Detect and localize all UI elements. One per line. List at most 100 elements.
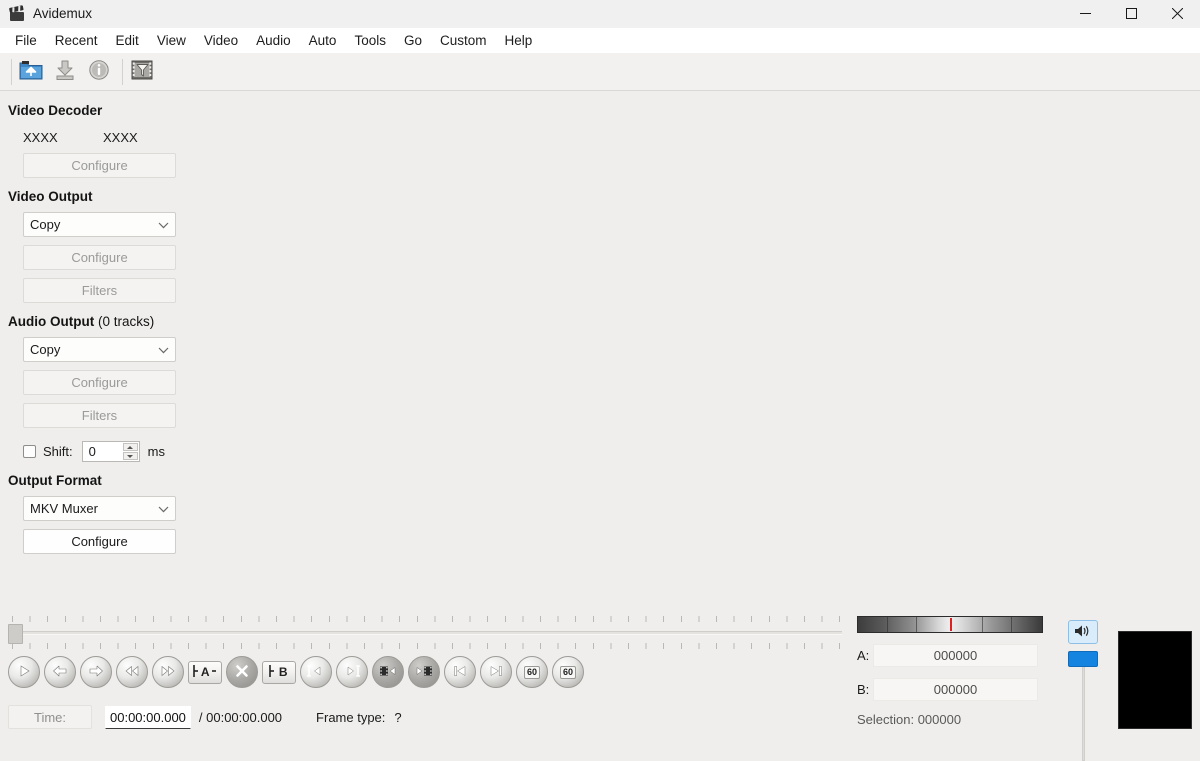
output-format-muxer-select[interactable]: MKV Muxer (23, 496, 176, 521)
step-backward-button[interactable] (44, 656, 76, 688)
menu-video[interactable]: Video (195, 30, 247, 51)
current-time-input[interactable]: 00:00:00.000 (105, 705, 191, 729)
audio-shift-checkbox[interactable] (23, 445, 36, 458)
output-format-muxer-value: MKV Muxer (30, 501, 98, 516)
menu-help[interactable]: Help (496, 30, 542, 51)
time-button[interactable]: Time: (8, 705, 92, 729)
marker-b-field[interactable]: 000000 (873, 678, 1038, 701)
chevron-down-icon (158, 342, 169, 357)
open-file-icon (19, 59, 43, 84)
window-controls (1062, 0, 1200, 28)
menu-tools[interactable]: Tools (345, 30, 395, 51)
marker-b-label: B: (857, 682, 870, 697)
black-left-icon (378, 664, 398, 681)
go-to-end-button[interactable] (480, 656, 512, 688)
video-output-configure-button[interactable]: Configure (23, 245, 176, 270)
key-right-icon (342, 664, 362, 681)
audio-shift-stepper[interactable]: 0 (81, 441, 140, 462)
marker-a-icon: A (191, 663, 219, 682)
video-decoder-value-left: XXXX (23, 130, 58, 145)
chevron-down-icon (158, 217, 169, 232)
audio-output-configure-button[interactable]: Configure (23, 370, 176, 395)
back-60-label: 60 (523, 665, 540, 679)
play-button[interactable] (8, 656, 40, 688)
black-right-icon (414, 664, 434, 681)
mute-toggle-button[interactable] (1068, 620, 1098, 644)
video-preview (1118, 631, 1192, 729)
marker-b-icon: B (265, 663, 293, 682)
audio-output-filters-button[interactable]: Filters (23, 403, 176, 428)
video-output-filters-button[interactable]: Filters (23, 278, 176, 303)
info-icon (88, 59, 110, 84)
go-to-start-button[interactable] (444, 656, 476, 688)
audio-output-title-text: Audio Output (8, 314, 95, 329)
transport-controls: A B 60 60 (8, 656, 588, 688)
double-left-icon (123, 664, 141, 681)
toolbar-handle (11, 58, 12, 85)
volume-slider-track[interactable] (1082, 652, 1085, 761)
menu-file[interactable]: File (6, 30, 46, 51)
previous-blackframe-button[interactable] (372, 656, 404, 688)
menu-auto[interactable]: Auto (300, 30, 346, 51)
speaker-icon (1073, 623, 1093, 642)
menu-custom[interactable]: Custom (431, 30, 496, 51)
menu-audio[interactable]: Audio (247, 30, 300, 51)
previous-keyframe-button[interactable] (300, 656, 332, 688)
menu-recent[interactable]: Recent (46, 30, 107, 51)
video-decoder-configure-button[interactable]: Configure (23, 153, 176, 178)
forward-60-label: 60 (559, 665, 576, 679)
menu-edit[interactable]: Edit (107, 30, 148, 51)
video-output-codec-select[interactable]: Copy (23, 212, 176, 237)
mark-a-button[interactable]: A (188, 660, 222, 684)
save-button[interactable] (50, 57, 80, 87)
toolbar-separator (122, 58, 123, 85)
rewind-button[interactable] (116, 656, 148, 688)
fast-forward-button[interactable] (152, 656, 184, 688)
back-60-button[interactable]: 60 (516, 656, 548, 688)
audio-shift-decrement-button[interactable] (122, 452, 138, 460)
forward-60-button[interactable]: 60 (552, 656, 584, 688)
video-decoder-title: Video Decoder (8, 103, 103, 118)
audio-shift-increment-button[interactable] (122, 443, 138, 451)
mark-b-button[interactable]: B (262, 660, 296, 684)
filters-button[interactable] (127, 57, 157, 87)
video-output-title: Video Output (8, 189, 93, 204)
cross-icon (234, 663, 250, 682)
step-forward-button[interactable] (80, 656, 112, 688)
volume-slider-handle[interactable] (1068, 651, 1098, 667)
maximize-button[interactable] (1108, 0, 1154, 28)
audio-shift-value: 0 (88, 444, 96, 459)
audio-output-track-count: (0 tracks) (98, 314, 155, 329)
volume-meter (857, 616, 1043, 633)
title-bar: Avidemux (0, 0, 1200, 28)
output-format-title: Output Format (8, 473, 102, 488)
audio-output-codec-select[interactable]: Copy (23, 337, 176, 362)
timeline-slider[interactable] (0, 616, 848, 650)
audio-shift-unit: ms (147, 444, 165, 459)
minimize-button[interactable] (1062, 0, 1108, 28)
open-file-button[interactable] (16, 57, 46, 87)
menu-view[interactable]: View (148, 30, 195, 51)
close-button[interactable] (1154, 0, 1200, 28)
video-decoder-values: XXXX XXXX (23, 130, 200, 145)
total-time-label: / 00:00:00.000 (198, 709, 283, 725)
video-decoder-value-right: XXXX (103, 130, 138, 145)
timeline-groove[interactable] (12, 631, 842, 635)
play-icon (17, 664, 31, 681)
audio-shift-row: Shift: 0 ms (23, 441, 200, 462)
timeline-handle[interactable] (8, 624, 23, 644)
audio-output-codec-value: Copy (30, 342, 61, 357)
info-button[interactable] (84, 57, 114, 87)
double-right-icon (159, 664, 177, 681)
next-keyframe-button[interactable] (336, 656, 368, 688)
output-format-configure-button[interactable]: Configure (23, 529, 176, 554)
selection-label: Selection: 000000 (857, 712, 962, 727)
next-blackframe-button[interactable] (408, 656, 440, 688)
window-title: Avidemux (33, 6, 93, 21)
delete-selection-button[interactable] (226, 656, 258, 688)
time-row: Time: 00:00:00.000 / 00:00:00.000 Frame … (8, 705, 402, 729)
marker-b-row: B: 000000 (857, 678, 1043, 701)
marker-a-field[interactable]: 000000 (873, 644, 1038, 667)
audio-shift-label: Shift: (43, 444, 73, 459)
menu-go[interactable]: Go (395, 30, 431, 51)
